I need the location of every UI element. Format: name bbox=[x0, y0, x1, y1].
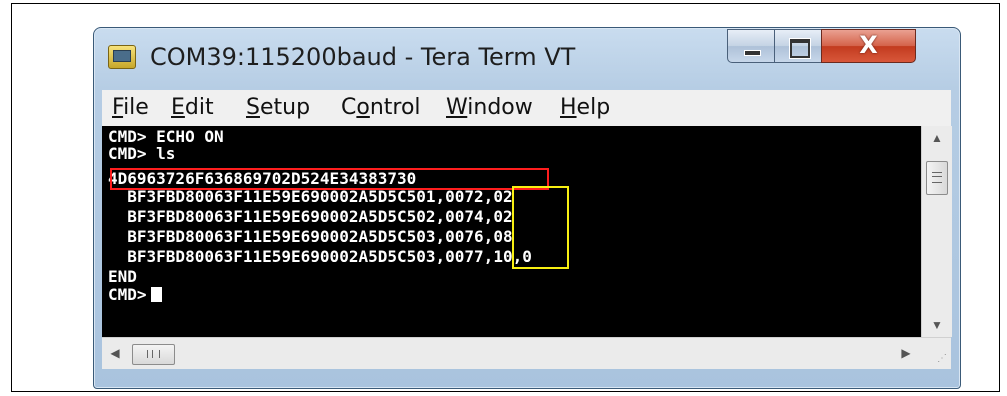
horizontal-scroll-thumb[interactable] bbox=[132, 344, 175, 365]
vertical-scrollbar[interactable]: ▲ ▼ bbox=[921, 126, 952, 337]
terminal-line: CMD> ECHO ON bbox=[108, 127, 224, 146]
vertical-scroll-thumb[interactable] bbox=[926, 161, 948, 195]
tera-term-icon[interactable] bbox=[108, 45, 136, 69]
figure-frame: COM39:115200baud - Tera Term VT X File E… bbox=[11, 3, 1000, 392]
scroll-up-icon[interactable]: ▲ bbox=[922, 126, 952, 150]
scroll-right-icon[interactable]: ▶ bbox=[893, 338, 919, 369]
menu-edit[interactable]: Edit bbox=[171, 95, 214, 120]
close-button[interactable]: X bbox=[821, 29, 916, 63]
maximize-button[interactable] bbox=[774, 29, 822, 63]
red-highlight-box bbox=[110, 168, 549, 190]
menu-control[interactable]: Control bbox=[341, 95, 421, 120]
terminal-prompt-line: CMD> bbox=[108, 286, 162, 303]
scroll-down-icon[interactable]: ▼ bbox=[922, 313, 952, 337]
terminal-line: BF3FBD80063F11E59E690002A5D5C503,0076,08 bbox=[108, 227, 513, 246]
terminal-line: BF3FBD80063F11E59E690002A5D5C503,0077,10… bbox=[108, 247, 532, 266]
terminal-line: CMD> ls bbox=[108, 144, 176, 163]
terminal-line: BF3FBD80063F11E59E690002A5D5C501,0072,02 bbox=[108, 187, 513, 206]
close-icon: X bbox=[859, 31, 878, 59]
yellow-highlight-box bbox=[512, 186, 569, 269]
terminal-line: BF3FBD80063F11E59E690002A5D5C502,0074,02 bbox=[108, 207, 513, 226]
menu-window[interactable]: Window bbox=[446, 95, 533, 120]
minimize-button[interactable] bbox=[727, 29, 775, 63]
maximize-icon bbox=[790, 39, 810, 58]
title-bar[interactable]: COM39:115200baud - Tera Term VT X bbox=[94, 28, 960, 86]
terminal-line: END bbox=[108, 267, 137, 286]
window-title: COM39:115200baud - Tera Term VT bbox=[150, 43, 576, 71]
terminal-screen[interactable]: CMD> ECHO ON CMD> ls 4D6963726F636869702… bbox=[102, 126, 921, 337]
menu-file[interactable]: File bbox=[112, 95, 149, 120]
tera-term-window: COM39:115200baud - Tera Term VT X File E… bbox=[93, 27, 961, 389]
menu-bar: File Edit Setup Control Window Help bbox=[102, 90, 951, 127]
minimize-icon bbox=[744, 50, 761, 56]
resize-grip[interactable]: ⋰ bbox=[921, 337, 951, 369]
horizontal-scrollbar[interactable]: ◀ ▶ bbox=[102, 337, 921, 369]
menu-help[interactable]: Help bbox=[560, 95, 610, 120]
menu-setup[interactable]: Setup bbox=[246, 95, 310, 120]
resize-grip-icon: ⋰ bbox=[937, 353, 947, 364]
text-cursor bbox=[150, 287, 162, 302]
scroll-left-icon[interactable]: ◀ bbox=[102, 338, 128, 369]
